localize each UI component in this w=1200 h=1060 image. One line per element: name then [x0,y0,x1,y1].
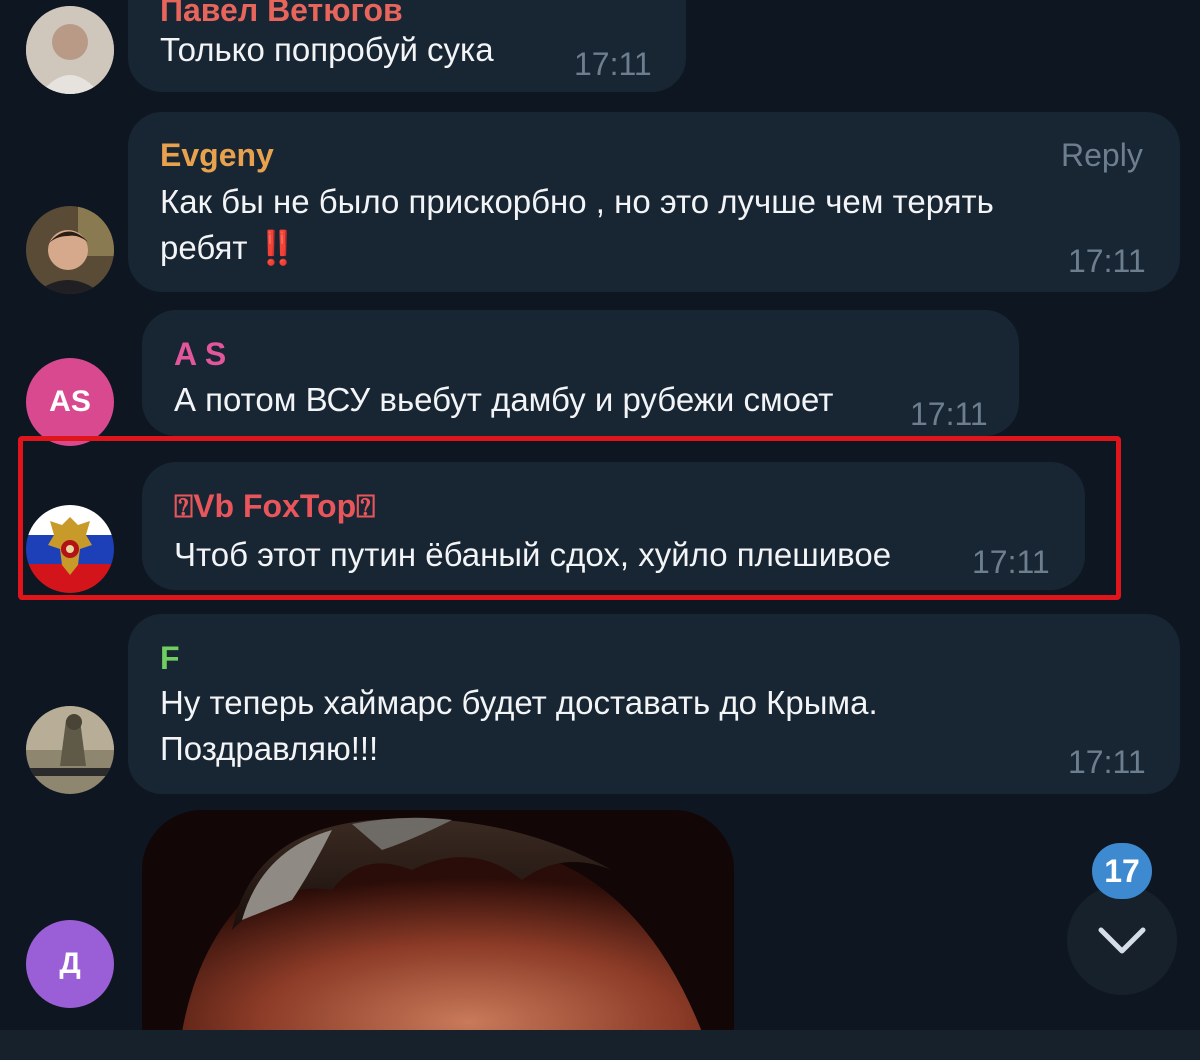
photo-attachment-icon [142,810,734,1032]
message-bubble[interactable]: A S А потом ВСУ вьебут дамбу и рубежи см… [142,310,1019,436]
message-text: А потом ВСУ вьебут дамбу и рубежи смоет [174,381,834,418]
avatar-initials: AS [49,385,91,418]
reply-button[interactable]: Reply [1061,137,1143,174]
sender-name[interactable]: A S [174,336,226,373]
chat-history[interactable]: Павел Ветюгов Только попробуй сука 17:11… [0,0,1200,1060]
avatar-evgeny[interactable] [26,206,114,294]
sender-name[interactable]: F [160,640,180,677]
message-time: 17:11 [1068,243,1146,279]
avatar-initials: Д [59,947,81,980]
message-text: Как бы не было прискорбно , но это лучше… [160,183,994,266]
bottom-bar [0,1030,1200,1060]
message-bubble[interactable]: F Ну теперь хаймарс будет доставать до К… [128,614,1180,794]
sender-name[interactable]: Evgeny [160,137,274,174]
media-message[interactable] [142,810,734,1032]
message-bubble[interactable]: Павел Ветюгов Только попробуй сука 17:11 [128,0,686,92]
chevron-down-icon [1098,927,1146,954]
avatar-f[interactable] [26,706,114,794]
avatar-pavel[interactable] [26,6,114,94]
highlight-frame [18,436,1121,600]
avatar-as[interactable]: AS [26,358,114,446]
message-bubble[interactable]: Evgeny Reply Как бы не было прискорбно ,… [128,112,1180,292]
message-time: 17:11 [910,396,988,432]
unread-count-badge: 17 [1092,843,1152,899]
scroll-down-button[interactable] [1067,885,1177,995]
message-time: 17:11 [1068,744,1146,780]
user-photo-icon [26,206,114,294]
message-time: 17:11 [574,46,652,82]
user-photo-icon [26,6,114,94]
message-text: Только попробуй сука [160,31,494,68]
avatar-d[interactable]: Д [26,920,114,1008]
user-photo-icon [26,706,114,794]
message-text: Ну теперь хаймарс будет доставать до Кры… [160,684,878,767]
sender-name[interactable]: Павел Ветюгов [160,0,403,29]
